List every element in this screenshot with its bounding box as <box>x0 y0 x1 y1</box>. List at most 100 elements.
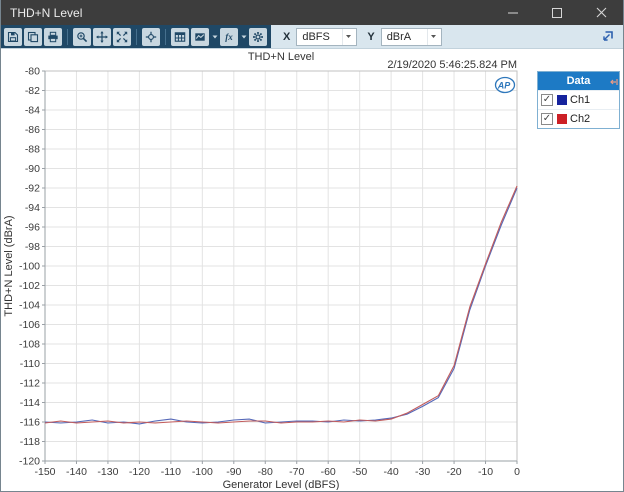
svg-text:-112: -112 <box>20 378 40 390</box>
channel-checkbox[interactable]: ✓ <box>541 94 553 106</box>
close-button[interactable] <box>579 0 623 25</box>
svg-text:-82: -82 <box>25 85 40 97</box>
chart-button[interactable] <box>191 27 209 46</box>
svg-text:-98: -98 <box>25 241 40 253</box>
chart-region: -80 -82 -84 -86 -88 -90 -92 -94 -96 -98 -100 -102 -1… <box>1 49 623 491</box>
svg-text:-106: -106 <box>19 319 40 331</box>
svg-text:-108: -108 <box>19 339 40 351</box>
chevron-down-icon[interactable] <box>211 28 218 46</box>
svg-text:-30: -30 <box>415 466 430 478</box>
svg-text:-60: -60 <box>321 466 336 478</box>
gridlines <box>44 70 518 462</box>
fit-button[interactable] <box>113 27 131 46</box>
svg-text:-110: -110 <box>20 358 40 370</box>
svg-text:-90: -90 <box>226 466 241 478</box>
toolbar-icon-panel: fx <box>1 25 271 48</box>
crosshair-icon <box>145 31 157 42</box>
zoom-icon <box>77 31 88 42</box>
svg-text:-120: -120 <box>129 466 150 478</box>
x-unit-dropdown[interactable]: dBFS <box>296 27 358 46</box>
graph-toolbar: fx X dBFS Y dBrA <box>1 25 623 49</box>
toolbar-separator <box>136 28 137 45</box>
svg-text:-114: -114 <box>20 397 40 409</box>
toolbar-separator <box>165 28 166 45</box>
pan-button[interactable] <box>93 27 111 46</box>
svg-text:-92: -92 <box>25 183 40 195</box>
svg-text:-80: -80 <box>258 466 273 478</box>
svg-text:-96: -96 <box>25 222 40 234</box>
chart-timestamp: 2/19/2020 5:46:25.824 PM <box>387 59 517 71</box>
svg-text:-100: -100 <box>192 466 213 478</box>
fit-icon <box>116 31 128 42</box>
toolbar-axis-panel: X dBFS Y dBrA <box>271 25 623 48</box>
y-axis-title: THD+N Level (dBrA) <box>3 215 15 316</box>
crosshair-button[interactable] <box>142 27 160 46</box>
maximize-button[interactable] <box>535 0 579 25</box>
y-tick-labels: -80 -82 -84 -86 -88 -90 -92 -94 -96 -98 -100 -102 -1… <box>19 66 45 468</box>
zoom-button[interactable] <box>73 27 91 46</box>
table-icon <box>174 31 186 42</box>
ap-logo: AP <box>494 76 516 94</box>
series-label: Ch2 <box>570 113 591 125</box>
measurement-window: THD+N Level fx X dBFS Y dBrA -80 -82 -84… <box>0 0 624 492</box>
svg-text:-102: -102 <box>19 280 40 292</box>
svg-text:-84: -84 <box>25 105 40 117</box>
svg-text:-86: -86 <box>25 124 40 136</box>
save-button[interactable] <box>4 27 22 46</box>
svg-text:0: 0 <box>514 466 520 478</box>
x-unit-value: dBFS <box>302 30 330 43</box>
settings-icon <box>253 31 263 42</box>
svg-text:-100: -100 <box>19 261 40 273</box>
y-unit-value: dBrA <box>386 30 412 43</box>
chart-canvas[interactable]: -80-82-84-86-88-90-92-94-96-98-100-102-1… <box>1 49 623 491</box>
close-icon <box>596 7 606 18</box>
svg-text:-94: -94 <box>25 202 40 214</box>
legend-item: ✓ Ch2 <box>538 109 619 128</box>
svg-text:-130: -130 <box>97 466 118 478</box>
minimize-button[interactable] <box>491 0 535 25</box>
print-icon <box>48 31 58 42</box>
dock-to-panel-icon <box>602 31 613 41</box>
x-axis-title: Generator Level (dBFS) <box>223 479 340 490</box>
svg-text:-140: -140 <box>66 466 87 478</box>
copy-button[interactable] <box>24 27 42 46</box>
svg-text:-70: -70 <box>289 466 304 478</box>
svg-text:-110: -110 <box>161 466 181 478</box>
y-unit-dropdown[interactable]: dBrA <box>380 27 442 46</box>
window-title: THD+N Level <box>10 5 83 20</box>
x-tick-labels: -150 -140 -130 -120 -110 -100 -90 -80 -70 -60 -50-… <box>34 461 520 478</box>
minimize-icon <box>507 12 518 14</box>
y-axis-letter: Y <box>367 30 375 43</box>
toolbar-separator <box>67 28 68 45</box>
svg-text:fx: fx <box>225 32 233 42</box>
x-axis-letter: X <box>283 30 291 43</box>
legend-item: ✓ Ch1 <box>538 90 619 109</box>
chevron-down-icon <box>342 28 354 45</box>
settings-button[interactable] <box>249 27 267 46</box>
svg-text:-20: -20 <box>446 466 461 478</box>
svg-text:-118: -118 <box>20 436 40 448</box>
legend-header[interactable]: Data <box>538 72 619 90</box>
series-color-swatch <box>557 114 567 124</box>
title-bar: THD+N Level <box>1 0 623 25</box>
fx-button[interactable]: fx <box>220 27 238 46</box>
svg-text:-116: -116 <box>20 417 40 429</box>
legend-panel: Data ✓ Ch1 ✓ Ch2 <box>537 71 620 129</box>
pin-left-icon[interactable] <box>609 77 618 89</box>
maximize-icon <box>552 7 562 18</box>
print-button[interactable] <box>44 27 62 46</box>
svg-text:-80: -80 <box>25 66 40 78</box>
svg-text:-90: -90 <box>25 163 40 175</box>
svg-text:-50: -50 <box>352 466 367 478</box>
table-button[interactable] <box>171 27 189 46</box>
svg-text:-10: -10 <box>478 466 493 478</box>
save-icon <box>7 31 19 42</box>
chevron-down-icon <box>426 28 439 45</box>
svg-text:-150: -150 <box>34 466 55 478</box>
chevron-down-icon[interactable] <box>240 28 247 46</box>
pan-icon <box>96 30 108 43</box>
svg-text:-88: -88 <box>25 144 40 156</box>
dock-to-panel-button[interactable] <box>597 28 617 46</box>
copy-icon <box>27 31 39 42</box>
channel-checkbox[interactable]: ✓ <box>541 113 553 125</box>
